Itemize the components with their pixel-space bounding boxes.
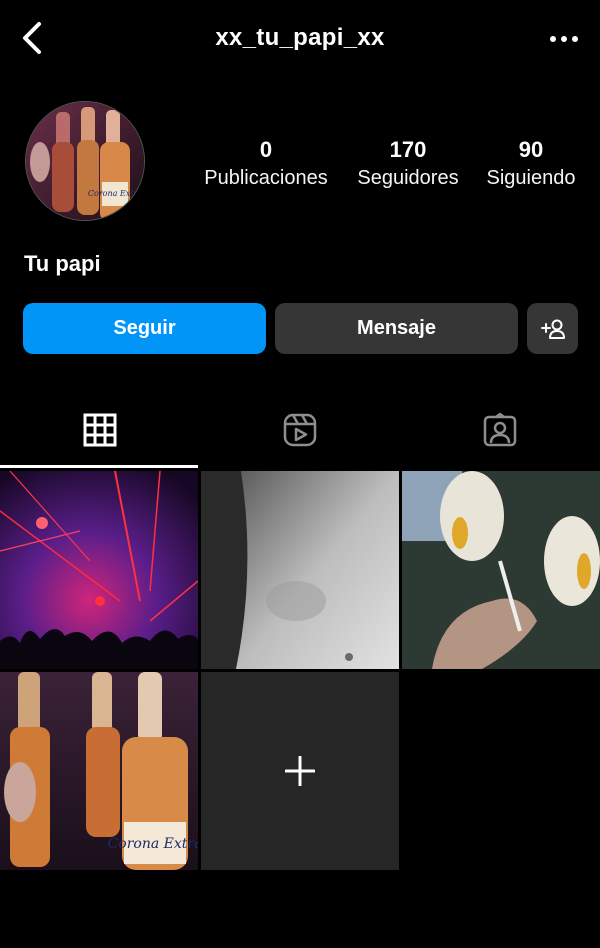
- avatar[interactable]: Corona Extra: [25, 101, 145, 221]
- grid-icon: [83, 413, 117, 447]
- post-thumbnail-beers[interactable]: Corona Extra: [0, 672, 198, 870]
- add-user-icon: [540, 319, 565, 339]
- post-thumbnail-concert[interactable]: [0, 471, 198, 669]
- more-options-button[interactable]: [544, 24, 584, 54]
- stat-posts-label: Publicaciones: [204, 167, 328, 189]
- reels-icon: [283, 413, 317, 447]
- stat-following-label: Siguiendo: [486, 167, 576, 189]
- stat-following-count: 90: [518, 137, 544, 162]
- profile-username: xx_tu_papi_xx: [215, 24, 385, 51]
- tab-posts[interactable]: [0, 395, 200, 465]
- plus-icon: [285, 756, 315, 786]
- add-post-tile[interactable]: [201, 672, 399, 870]
- svg-text:Corona Extra: Corona Extra: [108, 836, 198, 852]
- follow-button[interactable]: Seguir: [23, 303, 266, 354]
- tab-reels[interactable]: [200, 395, 400, 465]
- display-name: Tu papi: [24, 251, 101, 276]
- tab-tagged[interactable]: [400, 395, 600, 465]
- add-user-button[interactable]: [527, 303, 578, 354]
- stat-posts[interactable]: 0 Publicaciones: [191, 136, 341, 192]
- more-horizontal-icon: [550, 36, 578, 42]
- post-thumbnail-torso[interactable]: [201, 471, 399, 669]
- svg-text:Corona Extra: Corona Extra: [88, 189, 142, 198]
- stat-following[interactable]: 90 Siguiendo: [456, 136, 600, 192]
- message-button[interactable]: Mensaje: [275, 303, 518, 354]
- tagged-icon: [483, 413, 517, 447]
- post-thumbnail-sneakers[interactable]: [402, 471, 600, 669]
- active-tab-indicator: [0, 465, 198, 468]
- stat-posts-count: 0: [259, 137, 273, 162]
